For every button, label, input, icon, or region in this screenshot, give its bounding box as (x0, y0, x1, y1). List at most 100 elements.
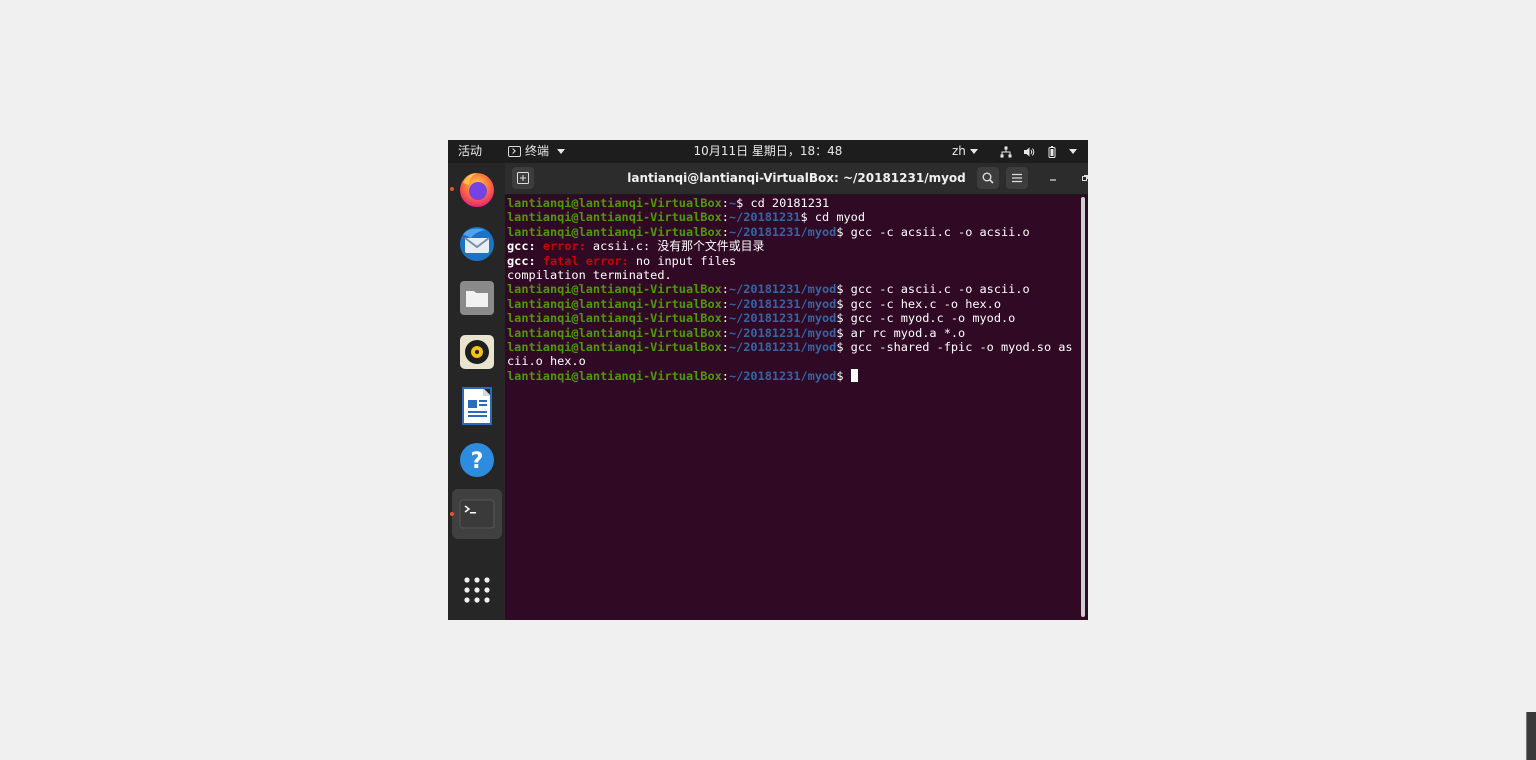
prompt-user-host: lantianqi@lantianqi-VirtualBox (507, 325, 722, 340)
prompt-separator: : (721, 210, 729, 225)
command-text: ar rc myod.a *.o (843, 325, 966, 340)
dock-item-help[interactable]: ? (452, 435, 502, 485)
search-icon (982, 172, 994, 184)
prompt-path: ~/20181231/myod (728, 311, 837, 326)
minimize-button[interactable] (1044, 169, 1062, 187)
help-icon: ? (460, 443, 494, 477)
error-label: error: (542, 239, 586, 254)
restore-icon (1082, 175, 1088, 181)
prompt-path: ~/20181231/myod (728, 224, 837, 239)
running-indicator (450, 187, 454, 191)
text-cursor (850, 368, 858, 382)
terminal-line: lantianqi@lantianqi-VirtualBox:~/2018123… (507, 282, 1077, 296)
search-button[interactable] (977, 167, 999, 189)
prompt-dollar: $ (836, 311, 844, 326)
prompt-separator: : (721, 368, 729, 383)
terminal-line: gcc: error: acsii.c: 没有那个文件或目录 (507, 239, 1077, 253)
terminal-line: lantianqi@lantianqi-VirtualBox:~/2018123… (507, 311, 1077, 325)
prompt-dollar: $ (836, 339, 844, 354)
terminal-line: lantianqi@lantianqi-VirtualBox:~$ cd 201… (507, 196, 1077, 210)
prompt-user-host: lantianqi@lantianqi-VirtualBox (507, 296, 722, 311)
prompt-path: ~/20181231/myod (728, 339, 837, 354)
rhythmbox-icon (460, 335, 494, 369)
minimize-icon (1050, 179, 1056, 181)
new-tab-button[interactable] (512, 167, 534, 189)
ubuntu-desktop: 活动 终端 10月11日 星期日，18：48 zh ? lantianqi@la… (448, 140, 1088, 620)
prompt-path: ~/20181231/myod (728, 368, 837, 383)
command-text: gcc -c hex.c -o hex.o (843, 296, 1001, 311)
svg-text:?: ? (471, 449, 484, 474)
document-icon (462, 387, 492, 425)
thunderbird-icon (460, 227, 494, 261)
terminal-line: lantianqi@lantianqi-VirtualBox:~/2018123… (507, 297, 1077, 311)
dock-item-libreoffice-writer[interactable] (452, 381, 502, 431)
terminal-line: lantianqi@lantianqi-VirtualBox:~/2018123… (507, 326, 1077, 340)
prompt-dollar: $ (800, 210, 808, 225)
maximize-button[interactable] (1076, 169, 1088, 187)
command-text: gcc -shared -fpic -o myod.so as (843, 339, 1073, 354)
prompt-path: ~/20181231/myod (728, 296, 837, 311)
prompt-dollar: $ (836, 296, 844, 311)
terminal-line: lantianqi@lantianqi-VirtualBox:~/2018123… (507, 368, 1077, 383)
prompt-separator: : (721, 224, 729, 239)
prompt-path: ~/20181231/myod (728, 325, 837, 340)
taskbar-widget[interactable] (1526, 712, 1536, 760)
window-header-bar[interactable]: lantianqi@lantianqi-VirtualBox: ~/201812… (505, 163, 1088, 195)
prompt-separator: : (721, 339, 729, 354)
terminal-line: lantianqi@lantianqi-VirtualBox:~/2018123… (507, 225, 1077, 239)
volume-icon (1024, 147, 1035, 156)
prompt-user-host: lantianqi@lantianqi-VirtualBox (507, 282, 722, 297)
terminal-output[interactable]: lantianqi@lantianqi-VirtualBox:~$ cd 201… (507, 196, 1077, 618)
system-menu[interactable] (1000, 140, 1077, 163)
prompt-separator: : (721, 196, 729, 210)
grid-icon (464, 577, 490, 603)
terminal-line: gcc: fatal error: no input files (507, 254, 1077, 268)
window-title: lantianqi@lantianqi-VirtualBox: ~/201812… (627, 171, 966, 185)
error-label: fatal error: (542, 253, 629, 268)
prompt-separator: : (721, 296, 729, 311)
scrollbar[interactable] (1081, 197, 1085, 617)
new-tab-icon (517, 172, 529, 184)
menu-button[interactable] (1006, 167, 1028, 189)
battery-icon (1048, 145, 1056, 158)
prompt-user-host: lantianqi@lantianqi-VirtualBox (507, 224, 722, 239)
dock-item-firefox[interactable] (450, 164, 502, 214)
error-message: acsii.c: 没有那个文件或目录 (585, 239, 765, 254)
prompt-user-host: lantianqi@lantianqi-VirtualBox (507, 210, 722, 225)
hamburger-icon (1012, 173, 1022, 183)
top-bar: 活动 终端 10月11日 星期日，18：48 zh (448, 140, 1088, 163)
input-method-label: zh (952, 144, 966, 158)
clock[interactable]: 10月11日 星期日，18：48 (694, 144, 843, 158)
gcc-label: gcc: (507, 239, 536, 254)
prompt-user-host: lantianqi@lantianqi-VirtualBox (507, 339, 722, 354)
terminal-line: lantianqi@lantianqi-VirtualBox:~/2018123… (507, 210, 1077, 224)
terminal-icon (459, 499, 495, 529)
network-icon (1000, 146, 1012, 157)
dock-item-thunderbird[interactable] (452, 219, 502, 269)
dock-item-terminal[interactable] (450, 489, 502, 539)
prompt-separator: : (721, 311, 729, 326)
prompt-path: ~/20181231/myod (728, 282, 837, 297)
prompt-dollar: $ (836, 368, 844, 383)
gcc-label: gcc: (507, 253, 536, 268)
prompt-path: ~/20181231 (728, 210, 801, 225)
prompt-dollar: $ (836, 282, 844, 297)
chevron-down-icon (969, 149, 978, 154)
command-text: gcc -c ascii.c -o ascii.o (843, 282, 1030, 297)
dock-item-files[interactable] (452, 273, 502, 323)
prompt-user-host: lantianqi@lantianqi-VirtualBox (507, 196, 722, 210)
dock-item-rhythmbox[interactable] (452, 327, 502, 377)
show-applications-button[interactable] (452, 565, 502, 615)
prompt-dollar: $ (836, 224, 844, 239)
files-icon (460, 281, 494, 315)
command-text: cd 20181231 (743, 196, 830, 210)
prompt-separator: : (721, 282, 729, 297)
output-text: compilation terminated. (507, 267, 672, 282)
input-method-menu[interactable]: zh (952, 140, 978, 163)
terminal-line: compilation terminated. (507, 268, 1077, 282)
prompt-user-host: lantianqi@lantianqi-VirtualBox (507, 311, 722, 326)
command-text: gcc -c acsii.c -o acsii.o (843, 224, 1030, 239)
clock-container: 10月11日 星期日，18：48 (448, 140, 1088, 163)
output-text: cii.o hex.o (507, 354, 586, 369)
